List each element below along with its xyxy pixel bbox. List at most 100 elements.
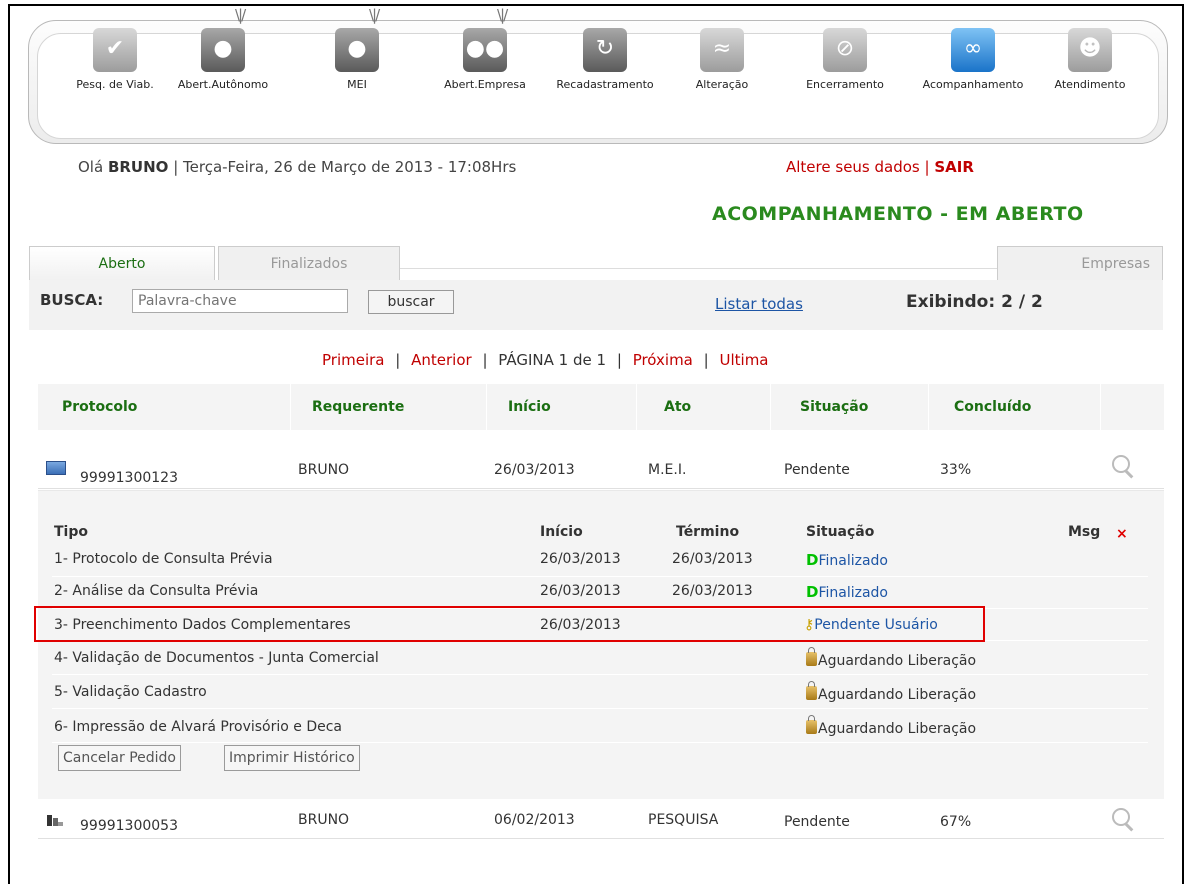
toolbar-label: Atendimento [1054,78,1126,91]
close-detail-icon[interactable]: × [1116,526,1128,542]
viability-search-icon: ✔ [93,28,137,72]
step2-type: 2- Análise da Consulta Prévia [54,583,259,599]
edit-profile-link[interactable]: Altere seus dados [786,158,920,176]
user-name: BRUNO [107,158,169,176]
lock-icon [806,647,817,666]
lock-icon [806,681,817,700]
toolbar-item-autonomous[interactable]: ● \|/ Abert.Autônomo [168,6,278,91]
row1-applicant: BRUNO [298,462,350,478]
tab-open[interactable]: Aberto [29,246,215,280]
step2-status[interactable]: DFinalizado [806,583,888,601]
toolbar-item-closure[interactable]: ⊘ Encerramento [790,28,900,91]
step6-status: Aguardando Liberação [806,715,977,737]
results-count: Exibindo: 2 / 2 [906,292,1043,312]
row2-applicant: BRUNO [298,812,350,828]
tab-divider [400,268,997,269]
row2-done: 67% [940,814,972,830]
pager-next[interactable]: Próxima [633,351,693,369]
pager-sep: | [482,351,488,369]
step4-type: 4- Validação de Documentos - Junta Comer… [54,650,379,666]
print-history-button[interactable]: Imprimir Histórico [224,745,360,771]
finished-icon: D [806,551,819,569]
col-header-applicant[interactable]: Requerente [312,384,404,430]
pager-prev[interactable]: Anterior [411,351,472,369]
search-label: BUSCA: [40,291,104,309]
pager-status: PÁGINA 1 de 1 [498,351,607,369]
building-icon[interactable] [46,811,63,826]
toolbar-label: MEI [347,78,367,91]
toolbar-label: Encerramento [806,78,884,91]
col-header-protocol[interactable]: Protocolo [62,384,137,430]
detail-header-end: Término [676,524,740,540]
company-opening-icon: ●● \|/ [463,6,508,72]
toolbar-item-mei[interactable]: ● \|/ MEI [322,6,392,91]
tab-companies[interactable]: Empresas [997,246,1163,280]
step6-type: 6- Impressão de Alvará Provisório e Deca [54,719,343,735]
toolbar-item-attendance[interactable]: ☻ Atendimento [1040,28,1140,91]
row2-protocol: 99991300053 [80,818,178,834]
col-header-act[interactable]: Ato [664,384,691,430]
row1-status: Pendente [784,462,850,478]
col-header-start[interactable]: Início [508,384,551,430]
row-divider [38,838,1164,839]
pager-last[interactable]: Ultima [720,351,769,369]
page-title: ACOMPANHAMENTO - EM ABERTO [712,203,1084,225]
col-header-status[interactable]: Situação [800,384,868,430]
magnifier-icon[interactable] [1112,455,1130,473]
toolbar-item-company[interactable]: ●● \|/ Abert.Empresa [430,6,540,91]
toolbar-item-alteration[interactable]: ≈ Alteração [682,28,762,91]
magnifier-icon[interactable] [1112,808,1130,826]
toolbar-label: Pesq. de Viab. [76,78,154,91]
step1-start: 26/03/2013 [540,551,621,567]
row1-start: 26/03/2013 [494,462,575,478]
toolbar-item-reregistration[interactable]: ↻ Recadastramento [540,28,670,91]
detail-header-start: Início [540,524,583,540]
step5-status-label: Aguardando Liberação [818,687,977,703]
step2-start: 26/03/2013 [540,583,621,599]
highlight-box [34,606,985,642]
step1-status[interactable]: DFinalizado [806,551,888,569]
separator: | [924,158,930,176]
row-divider [38,488,1164,489]
lock-icon [806,715,817,734]
row1-act: M.E.I. [648,462,687,478]
step1-type: 1- Protocolo de Consulta Prévia [54,551,273,567]
toolbar-item-viability[interactable]: ✔ Pesq. de Viab. [70,28,160,91]
list-all-link[interactable]: Listar todas [715,295,803,313]
step4-status-label: Aguardando Liberação [818,653,977,669]
logout-link[interactable]: SAIR [934,158,974,176]
closure-icon: ⊘ [823,28,867,72]
autonomous-opening-icon: ● \|/ [201,6,246,72]
toolbar-label: Alteração [695,78,749,91]
toolbar-label: Abert.Autônomo [177,78,269,91]
pager-sep: | [703,351,709,369]
search-input[interactable] [132,289,348,313]
cancel-request-button[interactable]: Cancelar Pedido [58,745,181,771]
row1-protocol: 99991300123 [80,470,178,486]
tab-finished[interactable]: Finalizados [218,246,400,280]
greeting: Olá [78,158,104,176]
form-icon[interactable] [46,461,66,475]
step1-status-label: Finalizado [818,553,888,569]
account-links: Altere seus dados | SAIR [786,158,974,176]
row2-status: Pendente [784,814,850,830]
step6-status-label: Aguardando Liberação [818,721,977,737]
toolbar-item-tracking[interactable]: ∞ Acompanhamento [908,28,1038,91]
detail-header-status: Situação [806,524,875,540]
pager-sep: | [395,351,401,369]
step2-end: 26/03/2013 [672,583,753,599]
re-registration-icon: ↻ [583,28,627,72]
detail-header-msg: Msg [1068,524,1101,540]
alteration-icon: ≈ [700,28,744,72]
col-header-done[interactable]: Concluído [954,384,1031,430]
step5-type: 5- Validação Cadastro [54,684,207,700]
pager-first[interactable]: Primeira [322,351,384,369]
toolbar-label: Recadastramento [556,78,654,91]
pager: Primeira | Anterior | PÁGINA 1 de 1 | Pr… [322,351,769,369]
toolbar-label: Abert.Empresa [444,78,526,91]
mei-icon: ● \|/ [335,6,380,72]
attendant-icon: ☻ [1068,28,1112,72]
binoculars-icon: ∞ [951,28,995,72]
pager-sep: | [616,351,622,369]
search-button[interactable]: buscar [368,290,454,314]
